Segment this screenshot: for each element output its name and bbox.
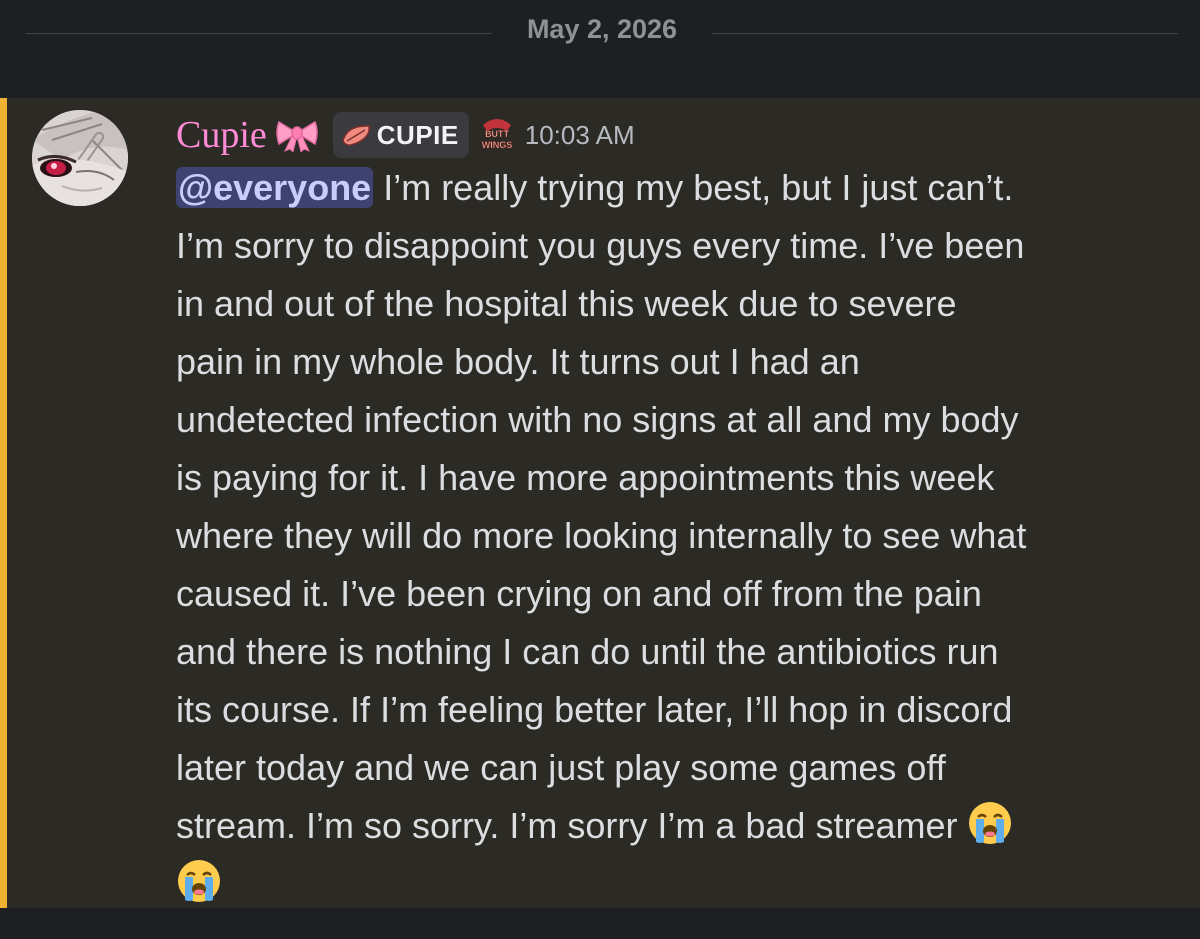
message-line: later today and we can just play some ga… [176,747,946,788]
pink-leaf-icon [341,125,370,146]
message-header: Cupie CUPIE BUTT WINGS 10:03 AM [176,112,635,158]
butt-wings-badge-icon: BUTT WINGS [481,119,513,150]
ribbon-emoji-icon [275,118,319,153]
loudly-crying-face-emoji-icon [967,800,1013,846]
date-divider: May 2, 2026 [0,0,1200,98]
badge-text-top: BUTT [485,129,509,139]
divider-line-left [26,33,492,34]
message-text: I’m really trying my best, but I just ca… [373,167,1014,208]
loudly-crying-face-emoji-icon [176,858,222,904]
mention-highlight-bar [0,98,7,908]
message-line: stream. I’m so sorry. I’m sorry I’m a ba… [176,797,1176,855]
message-line: and there is nothing I can do until the … [176,631,999,672]
divider-date: May 2, 2026 [526,14,678,44]
message-line: pain in my whole body. It turns out I ha… [176,341,860,382]
username[interactable]: Cupie [176,112,267,158]
everyone-mention[interactable]: @everyone [176,167,374,208]
chat-footer-area [0,908,1200,939]
message-line: I’m sorry to disappoint you guys every t… [176,225,1025,266]
server-tag-label: CUPIE [376,119,459,150]
message-line: is paying for it. I have more appointmen… [176,457,995,498]
message-line: where they will do more looking internal… [176,515,1027,556]
message-line: caused it. I’ve been crying on and off f… [176,573,982,614]
badge-text-bottom: WINGS [482,140,513,150]
message-line: in and out of the hospital this week due… [176,283,957,324]
server-tag[interactable]: CUPIE [332,112,469,158]
message-line: undetected infection with no signs at al… [176,399,1019,440]
divider-line-right [712,33,1178,34]
message-line: its course. If I’m feeling better later,… [176,689,1013,730]
message-text: stream. I’m so sorry. I’m sorry I’m a ba… [176,805,968,846]
avatar[interactable] [32,110,128,206]
timestamp[interactable]: 10:03 AM [525,120,635,151]
message-item[interactable]: Cupie CUPIE BUTT WINGS 10:03 AM @everyon… [0,98,1200,908]
message-line [176,855,1176,913]
discord-chat-view: May 2, 2026 Cupie CUPIE BUTT WINGS 10:03… [0,0,1200,939]
message-content: @everyone I’m really trying my best, but… [176,159,1176,913]
message-line: @everyone I’m really trying my best, but… [176,159,1176,217]
